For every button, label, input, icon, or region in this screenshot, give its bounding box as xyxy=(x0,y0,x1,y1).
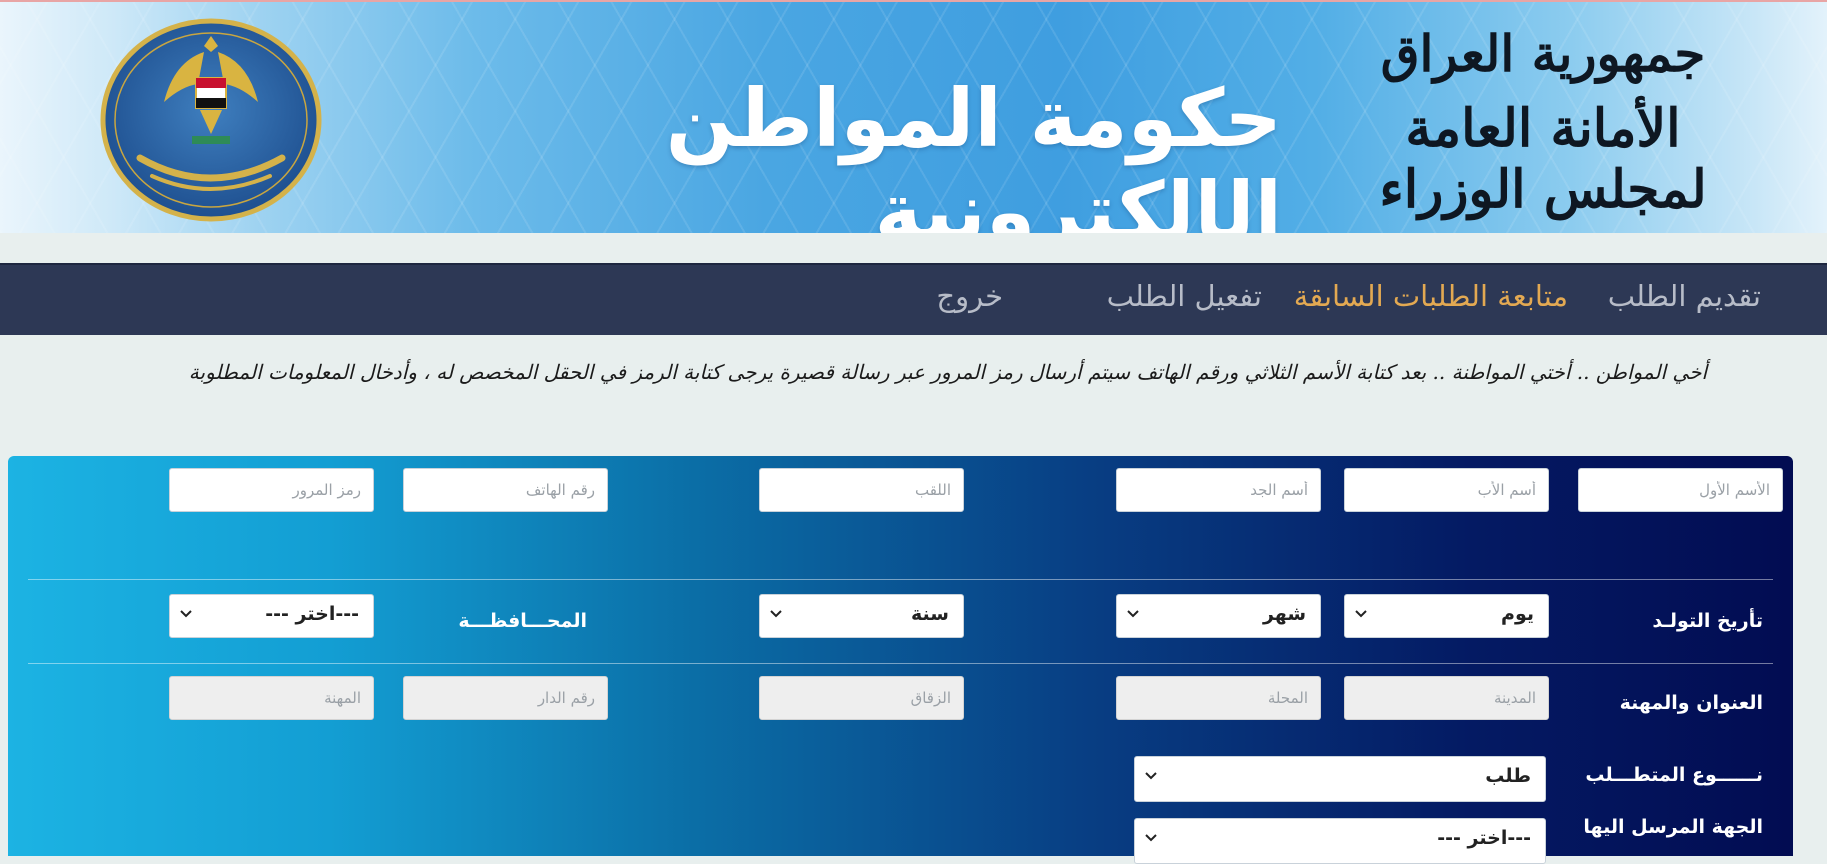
secretariat-name: الأمانة العامة لمجلس الوزراء xyxy=(1379,98,1707,220)
republic-name: جمهورية العراق xyxy=(1380,24,1706,83)
nav-item-activate-request[interactable]: تفعيل الطلب xyxy=(1107,279,1262,313)
nav-item-submit-request[interactable]: تقديم الطلب xyxy=(1608,279,1761,313)
alley-input[interactable] xyxy=(759,676,964,720)
chevron-down-icon xyxy=(180,610,192,618)
city-input[interactable] xyxy=(1344,676,1549,720)
birth-date-label: تأريخ التولـد xyxy=(1652,610,1763,632)
main-navbar: تقديم الطلب متابعة الطلبات السابقة تفعيل… xyxy=(0,263,1827,335)
request-type-select[interactable]: طلب xyxy=(1134,756,1546,802)
governorate-label: المحـــافظـــة xyxy=(458,610,587,632)
district-input[interactable] xyxy=(1116,676,1321,720)
recipient-select-value: ---اختر --- xyxy=(1437,827,1531,849)
chevron-down-icon xyxy=(770,610,782,618)
address-profession-label: العنوان والمهنة xyxy=(1619,692,1763,714)
request-form-panel: تأريخ التولـد يوم شهر سنة المحـــافظـــة… xyxy=(8,456,1793,864)
government-emblem-icon xyxy=(100,18,322,222)
month-select-value: شهر xyxy=(1262,603,1306,625)
chevron-down-icon xyxy=(1145,834,1157,842)
year-select[interactable]: سنة xyxy=(759,594,964,638)
site-title: حكومة المواطن الإلكترونية xyxy=(665,72,1282,233)
nav-item-track-requests[interactable]: متابعة الطلبات السابقة xyxy=(1294,279,1568,313)
profession-input[interactable] xyxy=(169,676,374,720)
request-type-label: نــــــوع المتطـــلب xyxy=(1585,764,1763,786)
father-name-input[interactable] xyxy=(1344,468,1549,512)
instructions-text: أخي المواطن .. أختي المواطنة .. بعد كتاب… xyxy=(188,360,1707,384)
row-divider xyxy=(28,663,1773,664)
recipient-label: الجهة المرسل اليها xyxy=(1583,816,1763,838)
phone-input[interactable] xyxy=(403,468,608,512)
surname-input[interactable] xyxy=(759,468,964,512)
month-select[interactable]: شهر xyxy=(1116,594,1321,638)
chevron-down-icon xyxy=(1127,610,1139,618)
governorate-select-value: ---اختر --- xyxy=(265,603,359,625)
house-number-input[interactable] xyxy=(403,676,608,720)
password-input[interactable] xyxy=(169,468,374,512)
first-name-input[interactable] xyxy=(1578,468,1783,512)
row-divider xyxy=(28,579,1773,580)
year-select-value: سنة xyxy=(911,603,949,625)
header-banner: حكومة المواطن الإلكترونية جمهورية العراق… xyxy=(0,0,1827,233)
grandfather-name-input[interactable] xyxy=(1116,468,1321,512)
chevron-down-icon xyxy=(1145,772,1157,780)
recipient-select[interactable]: ---اختر --- xyxy=(1134,818,1546,864)
day-select[interactable]: يوم xyxy=(1344,594,1549,638)
day-select-value: يوم xyxy=(1501,603,1534,625)
chevron-down-icon xyxy=(1355,610,1367,618)
request-type-value: طلب xyxy=(1485,765,1531,787)
governorate-select[interactable]: ---اختر --- xyxy=(169,594,374,638)
nav-item-exit[interactable]: خروج xyxy=(936,279,1003,313)
